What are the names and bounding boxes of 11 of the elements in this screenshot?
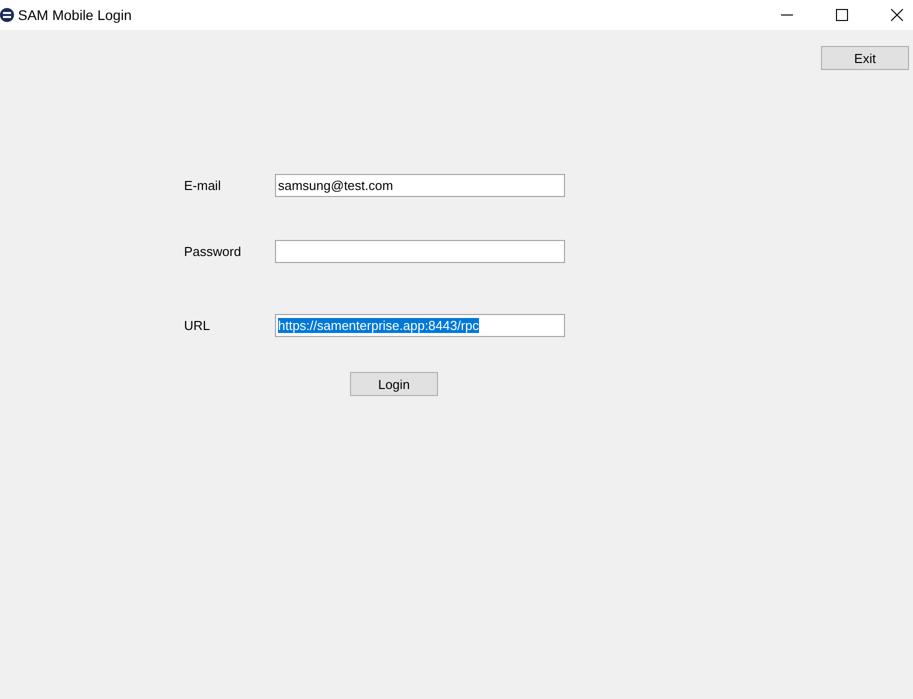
- close-icon[interactable]: [891, 9, 903, 21]
- input-field[interactable]: [275, 240, 565, 263]
- window-title: SAM Mobile Login: [18, 7, 132, 23]
- input-field[interactable]: samsung@test.com: [275, 174, 565, 197]
- field-label: URL: [184, 318, 212, 333]
- input-field[interactable]: https://samenterprise.app:8443/rpc: [275, 314, 565, 337]
- field-label: E-mail: [184, 178, 222, 193]
- exit-button[interactable]: Exit: [821, 46, 909, 70]
- field-label: Password: [184, 244, 242, 259]
- maximize-icon[interactable]: [836, 9, 848, 21]
- login-button[interactable]: Login: [350, 372, 438, 396]
